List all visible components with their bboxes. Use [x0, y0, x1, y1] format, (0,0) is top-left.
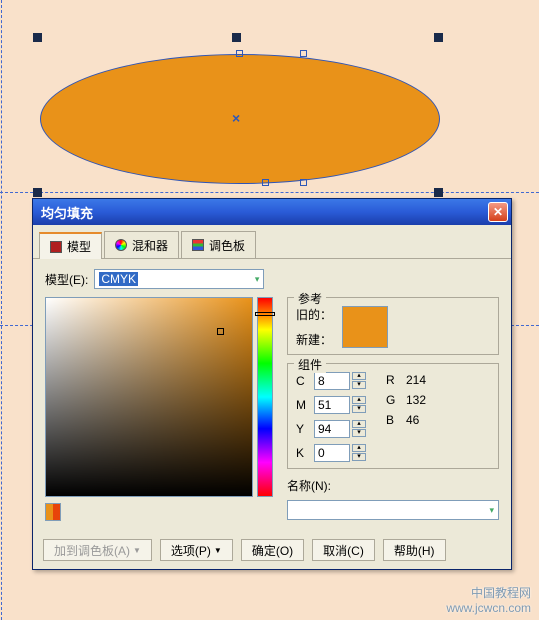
m-input[interactable]	[314, 396, 350, 414]
y-spinner[interactable]: ▴▾	[314, 420, 366, 438]
k-label: K	[296, 446, 308, 460]
new-color-label: 新建：	[296, 331, 332, 348]
color-swatch	[342, 306, 388, 348]
shape-node[interactable]	[300, 179, 307, 186]
selection-handle[interactable]	[33, 188, 42, 197]
button-label: 取消(C)	[323, 542, 364, 559]
tab-palette[interactable]: 调色板	[181, 231, 256, 258]
g-value: 132	[406, 393, 426, 407]
chevron-down-icon: ▼	[133, 546, 141, 555]
options-button[interactable]: 选项(P)▼	[160, 539, 233, 561]
chevron-down-icon: ▾	[489, 505, 494, 516]
guide-vertical[interactable]	[1, 0, 2, 620]
group-title: 组件	[294, 356, 326, 373]
chevron-down-icon: ▼	[214, 546, 222, 555]
palette-tab-icon	[192, 239, 204, 251]
dialog-title: 均匀填充	[41, 203, 488, 222]
r-label: R	[386, 373, 398, 387]
button-label: 加到调色板(A)	[54, 542, 130, 559]
spin-down-icon[interactable]: ▾	[352, 429, 366, 437]
color-model-select[interactable]: CMYK ▾	[94, 269, 264, 289]
c-spinner[interactable]: ▴▾	[314, 372, 366, 390]
old-color-label: 旧的：	[296, 306, 332, 323]
shape-node[interactable]	[236, 50, 243, 57]
spin-up-icon[interactable]: ▴	[352, 396, 366, 404]
hue-slider-thumb[interactable]	[255, 312, 275, 316]
select-value: CMYK	[99, 272, 138, 286]
selection-handle[interactable]	[434, 188, 443, 197]
tab-label: 调色板	[209, 237, 245, 254]
tab-label: 混和器	[132, 237, 168, 254]
chevron-down-icon: ▾	[255, 274, 260, 285]
shape-node[interactable]	[262, 179, 269, 186]
close-icon: ✕	[493, 205, 503, 219]
spin-up-icon[interactable]: ▴	[352, 372, 366, 380]
model-label: 模型(E):	[45, 271, 88, 288]
button-label: 帮助(H)	[394, 542, 435, 559]
ok-button[interactable]: 确定(O)	[241, 539, 304, 561]
tab-model[interactable]: 模型	[39, 232, 102, 259]
model-tab-icon	[50, 241, 62, 253]
object-center-marker[interactable]: ×	[232, 110, 240, 126]
dialog-footer: 加到调色板(A)▼ 选项(P)▼ 确定(O) 取消(C) 帮助(H)	[33, 531, 511, 569]
reference-group: 参考 旧的： 新建：	[287, 297, 499, 355]
name-label: 名称(N):	[287, 477, 331, 494]
c-input[interactable]	[314, 372, 350, 390]
hue-slider[interactable]	[257, 297, 273, 497]
close-button[interactable]: ✕	[488, 202, 508, 222]
add-to-palette-button[interactable]: 加到调色板(A)▼	[43, 539, 152, 561]
tab-strip: 模型 混和器 调色板	[33, 225, 511, 259]
watermark-line1: 中国教程网	[446, 586, 531, 601]
button-label: 确定(O)	[252, 542, 293, 559]
color-picker-area	[45, 297, 273, 521]
b-label: B	[386, 413, 398, 427]
spin-up-icon[interactable]: ▴	[352, 444, 366, 452]
components-group: 组件 C ▴▾ M ▴▾ Y	[287, 363, 499, 469]
r-value: 214	[406, 373, 426, 387]
tab-mixer[interactable]: 混和器	[104, 231, 179, 258]
spin-down-icon[interactable]: ▾	[352, 453, 366, 461]
y-input[interactable]	[314, 420, 350, 438]
tab-label: 模型	[67, 238, 91, 255]
saturation-value-picker[interactable]	[45, 297, 253, 497]
k-spinner[interactable]: ▴▾	[314, 444, 366, 462]
m-spinner[interactable]: ▴▾	[314, 396, 366, 414]
dialog-body: 模型(E): CMYK ▾	[33, 259, 511, 531]
cancel-button[interactable]: 取消(C)	[312, 539, 375, 561]
k-input[interactable]	[314, 444, 350, 462]
watermark: 中国教程网 www.jcwcn.com	[446, 586, 531, 616]
watermark-line2: www.jcwcn.com	[446, 601, 531, 616]
button-label: 选项(P)	[171, 542, 211, 559]
guide-horizontal[interactable]	[0, 192, 539, 193]
selection-handle[interactable]	[33, 33, 42, 42]
spin-up-icon[interactable]: ▴	[352, 420, 366, 428]
selection-handle[interactable]	[434, 33, 443, 42]
c-label: C	[296, 374, 308, 388]
m-label: M	[296, 398, 308, 412]
spin-down-icon[interactable]: ▾	[352, 405, 366, 413]
y-label: Y	[296, 422, 308, 436]
sv-cursor[interactable]	[217, 328, 224, 335]
g-label: G	[386, 393, 398, 407]
uniform-fill-dialog: 均匀填充 ✕ 模型 混和器 调色板 模型(E): CMYK ▾	[32, 198, 512, 570]
dialog-titlebar[interactable]: 均匀填充 ✕	[33, 199, 511, 225]
color-preview-strip	[45, 503, 61, 521]
color-name-select[interactable]: ▾	[287, 500, 499, 520]
selection-handle[interactable]	[232, 33, 241, 42]
shape-node[interactable]	[300, 50, 307, 57]
spin-down-icon[interactable]: ▾	[352, 381, 366, 389]
group-title: 参考	[294, 290, 326, 307]
help-button[interactable]: 帮助(H)	[383, 539, 446, 561]
mixer-tab-icon	[115, 239, 127, 251]
b-value: 46	[406, 413, 419, 427]
